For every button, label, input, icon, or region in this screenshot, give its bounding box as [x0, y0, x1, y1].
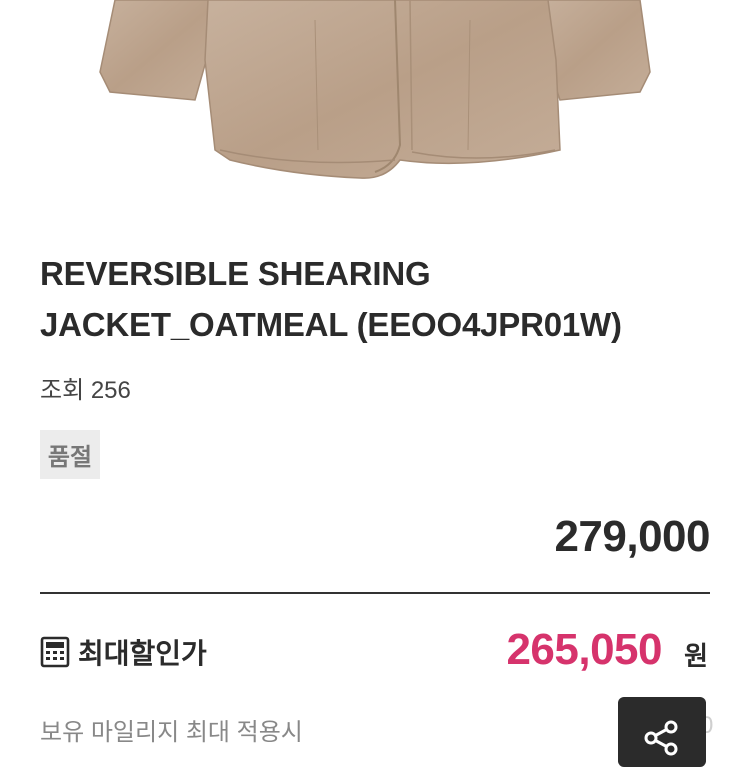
- product-price: 279,000: [554, 512, 710, 561]
- max-discount-row: 최대할인가: [40, 632, 207, 672]
- max-discount-label: 최대할인가: [78, 638, 207, 669]
- currency-unit: 원: [684, 641, 708, 671]
- share-icon: [644, 720, 678, 756]
- jacket-image: [99, 0, 651, 179]
- product-title-line1: REVERSIBLE SHEARING: [40, 255, 431, 292]
- discount-price: 265,050: [506, 625, 662, 674]
- product-image: [0, 0, 750, 215]
- mileage-note: 보유 마일리지 최대 적용시: [40, 719, 303, 746]
- calculator-icon: [40, 636, 70, 668]
- view-count: 조회 256: [40, 377, 131, 404]
- divider: [40, 592, 710, 594]
- product-title-line2: JACKET_OATMEAL (EEOO4JPR01W): [40, 306, 622, 343]
- share-button[interactable]: [618, 697, 706, 767]
- product-title: REVERSIBLE SHEARING JACKET_OATMEAL (EEOO…: [40, 248, 720, 350]
- sold-out-badge: 품절: [40, 430, 100, 479]
